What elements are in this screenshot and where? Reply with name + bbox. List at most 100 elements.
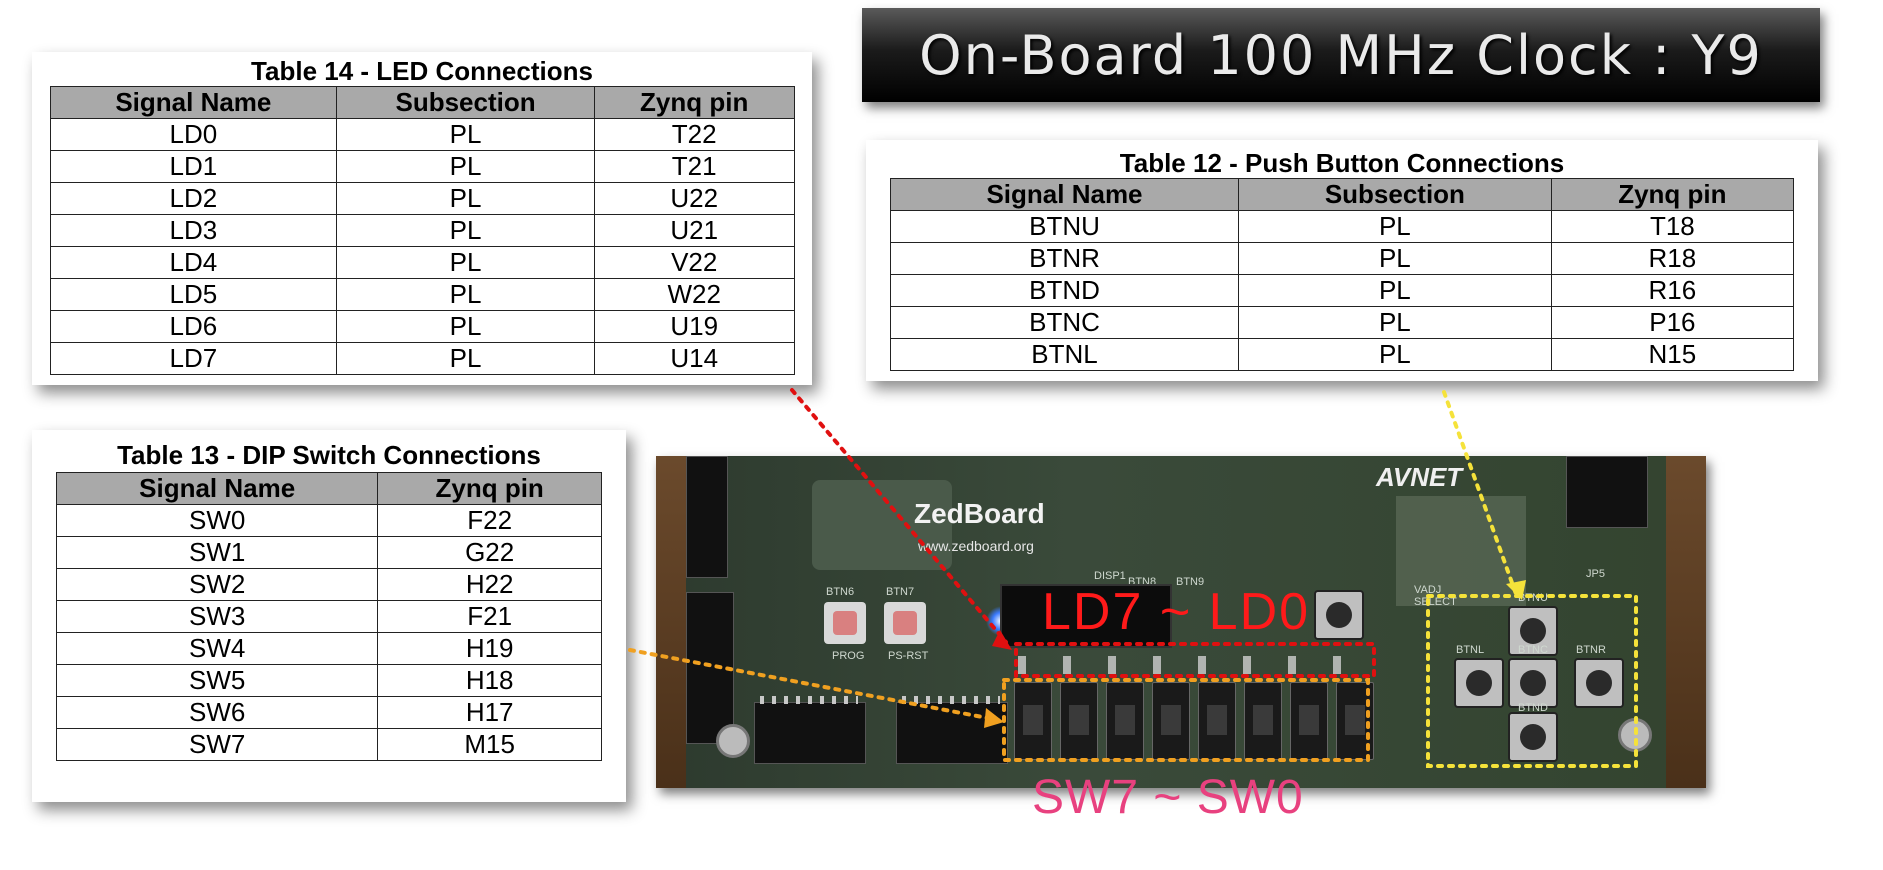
clock-title-text: On-Board 100 MHz Clock : Y9 [919, 23, 1763, 87]
led-table-cell: LD6 [49, 310, 338, 343]
prog-button[interactable] [824, 602, 866, 644]
ps-rst-label: PS-RST [888, 650, 929, 662]
ps-rst-button[interactable] [884, 602, 926, 644]
led-table-cell: W22 [593, 278, 795, 311]
led-table-row: LD5 PL W22 [49, 278, 795, 311]
switch-table-cell: H19 [377, 632, 602, 665]
switch-table-row: SW6 H17 [55, 696, 602, 729]
button-table-row: BTNC PL P16 [889, 306, 1795, 339]
switch-table-row: SW0 F22 [55, 504, 602, 537]
vadj-select-label: VADJ SELECT [1414, 584, 1457, 608]
btnu-silk: BTNU [1518, 592, 1548, 604]
switch-table-header-cell: Signal Name [55, 472, 379, 505]
pmod-header-bottom-1 [754, 702, 866, 764]
btnd-silk: BTND [1518, 702, 1548, 714]
zedboard-url: www.zedboard.org [918, 538, 1034, 554]
led-table-cell: U14 [593, 342, 795, 375]
button-table-row: BTNL PL N15 [889, 338, 1795, 371]
pmod-header-bottom-2 [896, 702, 1008, 764]
switch-table-title: Table 13 - DIP Switch Connections [117, 440, 541, 470]
led-table-row: LD6 PL U19 [49, 310, 795, 343]
switch-table-cell: SW6 [55, 696, 379, 729]
led-table-cell: LD1 [49, 150, 338, 183]
switch-table-cell: SW4 [55, 632, 379, 665]
button-table-cell: N15 [1550, 338, 1795, 371]
switch-table-row: SW1 G22 [55, 536, 602, 569]
led-table-cell: U21 [593, 214, 795, 247]
dip-switch-sw2[interactable] [1244, 682, 1282, 760]
led-table-cell: T21 [593, 150, 795, 183]
led-table-cell: U22 [593, 182, 795, 215]
dip-switch-sw5[interactable] [1106, 682, 1144, 760]
btn7-label: BTN7 [886, 586, 915, 598]
dip-switch-sw6[interactable] [1060, 682, 1098, 760]
led-table-row: LD2 PL U22 [49, 182, 795, 215]
button-table-title: Table 12 - Push Button Connections [1119, 148, 1565, 178]
dip-switch-sw1[interactable] [1290, 682, 1328, 760]
led-table-cell: PL [336, 118, 595, 151]
button-table: Signal Name Subsection Zynq pin BTNU PL T18 B… [889, 178, 1795, 371]
dip-switch-sw3[interactable] [1198, 682, 1236, 760]
wood-edge-right [1666, 456, 1706, 788]
pmod-pins-2 [902, 696, 1000, 704]
btnd-button[interactable] [1508, 712, 1558, 762]
switch-table-cell: SW0 [55, 504, 379, 537]
button-table-cell: BTND [889, 274, 1240, 307]
switch-table-cell: SW3 [55, 600, 379, 633]
led-table-row: LD0 PL T22 [49, 118, 795, 151]
dip-switch-sw4[interactable] [1152, 682, 1190, 760]
prog-label: PROG [832, 650, 865, 662]
dip-switch-sw0[interactable] [1336, 682, 1374, 760]
led-table-cell: PL [336, 214, 595, 247]
btnr-button[interactable] [1574, 658, 1624, 708]
button-table-cell: PL [1238, 242, 1552, 275]
switch-table-cell: H17 [377, 696, 602, 729]
switch-table-cell: SW1 [55, 536, 379, 569]
btnc-button[interactable] [1508, 658, 1558, 708]
led-table-header-cell: Signal Name [49, 86, 338, 119]
zedboard-brand: ZedBoard [914, 498, 1045, 529]
jp5-silk: JP5 [1586, 568, 1605, 580]
switch-table-card: Table 13 - DIP Switch Connections Signal… [32, 430, 626, 802]
switch-table-cell: SW5 [55, 664, 379, 697]
btnl-silk: BTNL [1456, 644, 1485, 656]
led-table-cell: LD7 [49, 342, 338, 375]
switch-table-cell: M15 [377, 728, 602, 761]
led-table-title: Table 14 - LED Connections [251, 56, 593, 86]
button-table-cell: BTNR [889, 242, 1240, 275]
button-table-card: Table 12 - Push Button Connections Signa… [866, 140, 1818, 381]
button-table-cell: T18 [1550, 210, 1795, 243]
led-table-cell: V22 [593, 246, 795, 279]
led-table-row: LD4 PL V22 [49, 246, 795, 279]
led-table-cell: LD5 [49, 278, 338, 311]
led-table-cell: PL [336, 310, 595, 343]
button-table-header-cell: Signal Name [889, 178, 1240, 211]
dip-switch-sw7[interactable] [1014, 682, 1052, 760]
led-table-card: Table 14 - LED Connections Signal Name Su… [32, 52, 812, 385]
switch-table-cell: G22 [377, 536, 602, 569]
led-table-cell: PL [336, 278, 595, 311]
button-table-cell: BTNU [889, 210, 1240, 243]
led-table-cell: PL [336, 182, 595, 215]
switch-table-header-cell: Zynq pin [377, 472, 602, 505]
button-table-cell: PL [1238, 338, 1552, 371]
mounting-hole-left [716, 724, 750, 758]
button-table-cell: PL [1238, 210, 1552, 243]
btnl-button[interactable] [1454, 658, 1504, 708]
led-table-header-cell: Zynq pin [593, 86, 795, 119]
led-range-label: LD7 ~ LD0 [1042, 583, 1311, 641]
led-table-cell: PL [336, 342, 595, 375]
switch-table-cell: SW2 [55, 568, 379, 601]
disp1-label: DISP1 [1094, 570, 1126, 582]
switch-table-row: SW5 H18 [55, 664, 602, 697]
switch-table-cell: H18 [377, 664, 602, 697]
button-table-row: BTNU PL T18 [889, 210, 1795, 243]
led-table-row: LD1 PL T21 [49, 150, 795, 183]
wood-edge-left [656, 456, 686, 788]
led-table-cell: LD4 [49, 246, 338, 279]
switch-table-row: SW7 M15 [55, 728, 602, 761]
switch-table: Signal Name Zynq pin SW0 F22 SW1 G22 SW2 H22 SW… [55, 472, 602, 761]
btn8-button[interactable] [1314, 590, 1364, 640]
button-table-header-cell: Subsection [1238, 178, 1552, 211]
led-table-cell: LD3 [49, 214, 338, 247]
